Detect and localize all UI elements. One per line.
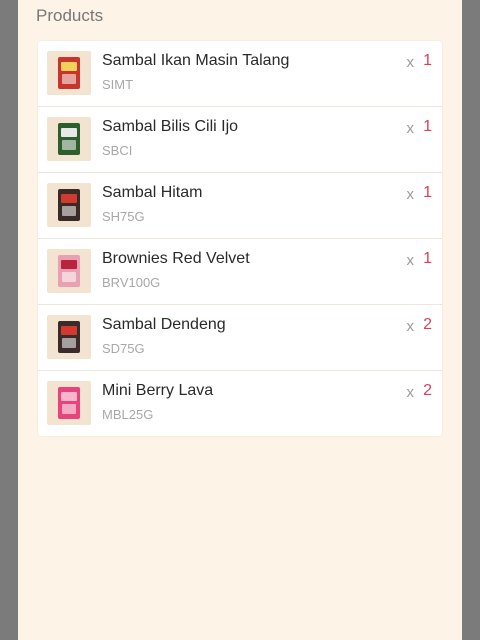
quantity-prefix: x <box>406 318 415 335</box>
product-name: Sambal Dendeng <box>102 316 226 333</box>
pack-shape <box>58 387 80 419</box>
product-sku: SBCI <box>102 143 133 158</box>
pack-shape <box>58 321 80 353</box>
product-quantity: 2 <box>423 316 432 333</box>
order-panel: Products Sambal Ikan Masin Talang SIMT x… <box>18 0 462 640</box>
pack-shape <box>58 189 80 221</box>
quantity-prefix: x <box>406 252 415 269</box>
product-thumbnail <box>47 51 91 95</box>
product-quantity: 1 <box>423 250 432 267</box>
product-sku: BRV100G <box>102 275 161 290</box>
sambal-jar-icon <box>58 123 80 155</box>
pack-label <box>61 194 77 203</box>
product-quantity: 1 <box>423 52 432 69</box>
quantity-prefix: x <box>406 186 415 203</box>
product-name: Sambal Ikan Masin Talang <box>102 52 290 69</box>
product-sku: MBL25G <box>102 407 154 422</box>
product-name: Sambal Bilis Cili Ijo <box>102 118 239 135</box>
product-thumbnail <box>47 117 91 161</box>
pack-label <box>61 392 77 401</box>
pack-label <box>61 128 77 137</box>
pack-shape <box>58 57 80 89</box>
pack-label <box>61 326 77 335</box>
product-thumbnail <box>47 183 91 227</box>
product-thumbnail <box>47 249 91 293</box>
product-row[interactable]: Mini Berry Lava MBL25G x 2 <box>38 371 442 436</box>
quantity-prefix: x <box>406 120 415 137</box>
product-name: Sambal Hitam <box>102 184 203 201</box>
brownies-box-icon <box>58 255 80 287</box>
product-quantity: 1 <box>423 184 432 201</box>
sambal-jar-icon <box>58 321 80 353</box>
product-name: Mini Berry Lava <box>102 382 214 399</box>
product-row[interactable]: Sambal Bilis Cili Ijo SBCI x 1 <box>38 107 442 173</box>
product-row[interactable]: Sambal Dendeng SD75G x 2 <box>38 305 442 371</box>
pack-shape <box>58 255 80 287</box>
product-sku: SIMT <box>102 77 134 92</box>
product-row[interactable]: Sambal Hitam SH75G x 1 <box>38 173 442 239</box>
section-title: Products <box>36 6 104 25</box>
product-list: Sambal Ikan Masin Talang SIMT x 1 Sambal… <box>38 41 442 436</box>
pack-shape <box>58 123 80 155</box>
product-sku: SH75G <box>102 209 145 224</box>
pack-label <box>61 260 77 269</box>
product-row[interactable]: Brownies Red Velvet BRV100G x 1 <box>38 239 442 305</box>
pack-label <box>61 62 77 71</box>
product-sku: SD75G <box>102 341 145 356</box>
quantity-prefix: x <box>406 384 415 401</box>
sambal-jar-icon <box>58 57 80 89</box>
quantity-prefix: x <box>406 54 415 71</box>
product-quantity: 2 <box>423 382 432 399</box>
product-thumbnail <box>47 381 91 425</box>
product-row[interactable]: Sambal Ikan Masin Talang SIMT x 1 <box>38 41 442 107</box>
product-thumbnail <box>47 315 91 359</box>
sambal-jar-icon <box>58 189 80 221</box>
berry-pack-icon <box>58 387 80 419</box>
product-name: Brownies Red Velvet <box>102 250 250 267</box>
product-quantity: 1 <box>423 118 432 135</box>
